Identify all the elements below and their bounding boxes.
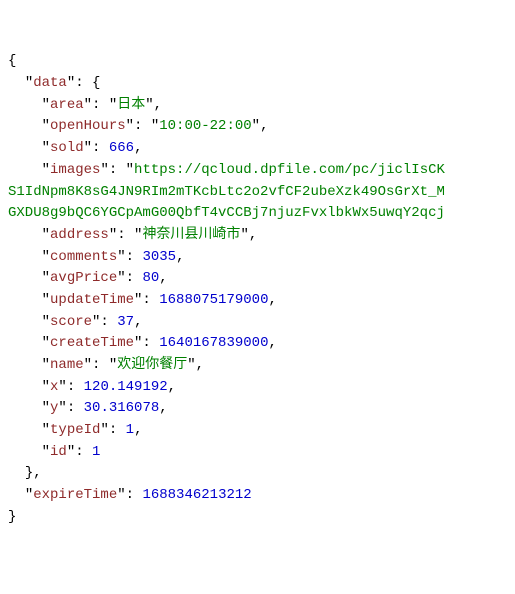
value-avgPrice: 80 <box>142 270 159 286</box>
key-comments: comments <box>50 249 117 265</box>
key-expireTime: expireTime <box>33 487 117 503</box>
key-updateTime: updateTime <box>50 292 134 308</box>
key-id: id <box>50 444 67 460</box>
key-data: data <box>33 75 67 91</box>
value-area: 日本 <box>117 97 145 113</box>
value-comments: 3035 <box>142 249 176 265</box>
key-name: name <box>50 357 84 373</box>
value-name: 欢迎你餐厅 <box>117 357 187 373</box>
value-images-line1: https://qcloud.dpfile.com/pc/jiclIsCK <box>134 162 445 178</box>
value-typeId: 1 <box>126 422 134 438</box>
value-updateTime: 1688075179000 <box>159 292 268 308</box>
value-images-line2: S1IdNpm8K8sG4JN9RIm2mTKcbLtc2o2vfCF2ubeX… <box>8 184 445 200</box>
key-address: address <box>50 227 109 243</box>
key-createTime: createTime <box>50 335 134 351</box>
value-images-line3: GXDU8g9bQC6YGCpAmG00QbfT4vCCBj7njuzFvxlb… <box>8 205 445 221</box>
key-openHours: openHours <box>50 118 126 134</box>
key-avgPrice: avgPrice <box>50 270 117 286</box>
key-images: images <box>50 162 100 178</box>
value-sold: 666 <box>109 140 134 156</box>
value-openHours: 10:00-22:00 <box>159 118 251 134</box>
value-address: 神奈川县川崎市 <box>142 227 240 243</box>
value-expireTime: 1688346213212 <box>142 487 251 503</box>
value-createTime: 1640167839000 <box>159 335 268 351</box>
value-score: 37 <box>117 314 134 330</box>
key-score: score <box>50 314 92 330</box>
key-typeId: typeId <box>50 422 100 438</box>
value-y: 30.316078 <box>84 400 160 416</box>
key-area: area <box>50 97 84 113</box>
value-x: 120.149192 <box>84 379 168 395</box>
value-id: 1 <box>92 444 100 460</box>
key-sold: sold <box>50 140 84 156</box>
json-viewer: { "data": { "area": "日本", "openHours": "… <box>8 51 507 528</box>
